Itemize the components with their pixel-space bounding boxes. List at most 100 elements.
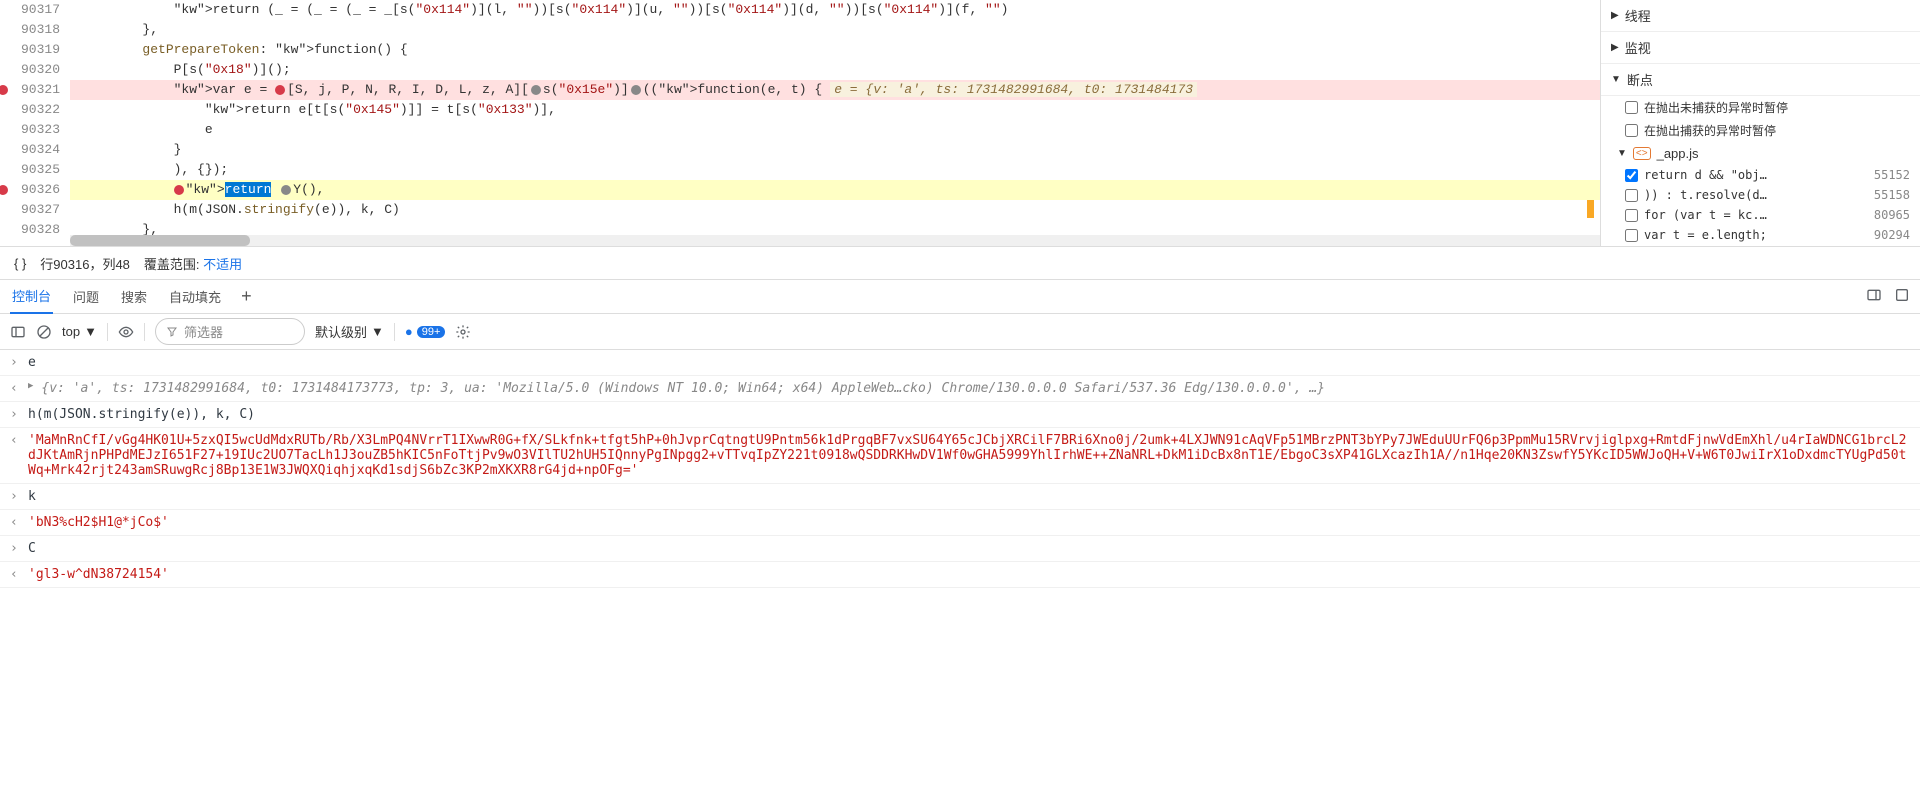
overview-ruler[interactable] <box>1578 0 1594 246</box>
line-number[interactable]: 90321 <box>0 80 60 100</box>
line-number[interactable]: 90318 <box>0 20 60 40</box>
line-number[interactable]: 90317 <box>0 0 60 20</box>
breakpoint-item[interactable]: return d && "obj… 55152 <box>1601 165 1920 185</box>
console-input-row[interactable]: e <box>0 350 1920 376</box>
code-line[interactable]: "kw">return (_ = (_ = (_ = _[s("0x114")]… <box>70 0 1600 20</box>
breakpoint-icon[interactable] <box>0 85 8 95</box>
code-line[interactable]: e <box>70 120 1600 140</box>
toggle-sidebar-button[interactable] <box>10 324 26 340</box>
tab-console[interactable]: 控制台 <box>10 279 53 314</box>
code-editor[interactable]: 9031790318903199032090321903229032390324… <box>0 0 1600 246</box>
breakpoint-code: )) : t.resolve(d… <box>1644 188 1868 202</box>
tab-search[interactable]: 搜索 <box>119 280 149 313</box>
line-number[interactable]: 90323 <box>0 120 60 140</box>
chevron-down-icon: ▼ <box>1611 74 1621 85</box>
breakpoint-line: 80965 <box>1874 208 1910 222</box>
line-number[interactable]: 90319 <box>0 40 60 60</box>
settings-button[interactable] <box>455 324 471 340</box>
console-output-row[interactable]: 'MaMnRnCfI/vGg4HK01U+5zxQI5wcUdMdxRUTb/R… <box>0 428 1920 484</box>
breakpoint-checkbox[interactable] <box>1625 189 1638 202</box>
watch-section[interactable]: ▶监视 <box>1601 32 1920 64</box>
context-selector[interactable]: top ▼ <box>62 324 97 339</box>
code-line[interactable]: "kw">return Y(), <box>70 180 1600 200</box>
line-number[interactable]: 90325 <box>0 160 60 180</box>
console-output-row[interactable]: 'bN3%cH2$H1@*jCo$' <box>0 510 1920 536</box>
chevron-down-icon: ▼ <box>84 324 97 339</box>
breakpoint-line: 90294 <box>1874 228 1910 242</box>
console-toolbar: top ▼ 筛选器 默认级别 ▼ ●99+ <box>0 314 1920 350</box>
code-line[interactable]: getPrepareToken: "kw">function() { <box>70 40 1600 60</box>
breakpoint-item[interactable]: var t = e.length; 90294 <box>1601 225 1920 245</box>
console-input-row[interactable]: k <box>0 484 1920 510</box>
breakpoint-checkbox[interactable] <box>1625 169 1638 182</box>
output-arrow-icon <box>10 381 20 396</box>
log-level-selector[interactable]: 默认级别 ▼ <box>315 322 384 341</box>
line-gutter: 9031790318903199032090321903229032390324… <box>0 0 70 246</box>
input-arrow-icon <box>10 355 20 370</box>
breakpoint-line: 55158 <box>1874 188 1910 202</box>
input-arrow-icon <box>10 541 20 556</box>
line-number[interactable]: 90327 <box>0 200 60 220</box>
status-bar: { } 行90316，列48 覆盖范围: 不适用 <box>0 247 1920 280</box>
dock-icon[interactable] <box>1866 287 1882 306</box>
chevron-down-icon: ▼ <box>371 324 384 339</box>
pause-caught-checkbox[interactable]: 在抛出捕获的异常时暂停 <box>1601 119 1920 142</box>
breakpoint-item[interactable]: )) : t.resolve(d… 55158 <box>1601 185 1920 205</box>
add-tab-button[interactable]: + <box>241 286 252 307</box>
line-number[interactable]: 90326 <box>0 180 60 200</box>
code-line[interactable]: ), {}); <box>70 160 1600 180</box>
breakpoint-code: for (var t = kc.… <box>1644 208 1868 222</box>
breakpoints-section[interactable]: ▼断点 <box>1601 64 1920 96</box>
tab-autofill[interactable]: 自动填充 <box>167 280 223 313</box>
breakpoint-checkbox[interactable] <box>1625 229 1638 242</box>
breakpoint-line: 55152 <box>1874 168 1910 182</box>
coverage-label: 覆盖范围: 不适用 <box>144 254 242 273</box>
console-output-row[interactable]: 'gl3-w^dN38724154' <box>0 562 1920 588</box>
live-expression-button[interactable] <box>118 324 134 340</box>
console-input-row[interactable]: h(m(JSON.stringify(e)), k, C) <box>0 402 1920 428</box>
input-arrow-icon <box>10 489 20 504</box>
code-line[interactable]: "kw">return e[t[s("0x145")]] = t[s("0x13… <box>70 100 1600 120</box>
threads-section[interactable]: ▶线程 <box>1601 0 1920 32</box>
expand-icon[interactable]: ▶ <box>28 381 33 391</box>
inline-value-hint: e = {v: 'a', ts: 1731482991684, t0: 1731… <box>830 82 1197 97</box>
input-arrow-icon <box>10 407 20 422</box>
braces-icon[interactable]: { } <box>14 256 26 271</box>
output-arrow-icon <box>10 567 20 582</box>
clear-console-button[interactable] <box>36 324 52 340</box>
horizontal-scrollbar[interactable] <box>70 235 1600 246</box>
expand-icon[interactable] <box>1894 287 1910 306</box>
breakpoint-code: return d && "obj… <box>1644 168 1868 182</box>
line-number[interactable]: 90324 <box>0 140 60 160</box>
breakpoint-item[interactable]: for (var t = kc.… 80965 <box>1601 205 1920 225</box>
issues-count[interactable]: ●99+ <box>405 324 446 339</box>
console-output-row[interactable]: ▶{v: 'a', ts: 1731482991684, t0: 1731484… <box>0 376 1920 402</box>
breakpoint-file[interactable]: ▼<>_app.js <box>1601 142 1920 165</box>
line-number[interactable]: 90322 <box>0 100 60 120</box>
js-file-icon: <> <box>1633 147 1651 160</box>
coverage-link[interactable]: 不适用 <box>203 257 242 272</box>
cursor-position: 行90316，列48 <box>40 254 130 273</box>
breakpoint-code: var t = e.length; <box>1644 228 1868 242</box>
debugger-sidebar: ▶线程 ▶监视 ▼断点 在抛出未捕获的异常时暂停 在抛出捕获的异常时暂停 ▼ <>… <box>1600 0 1920 246</box>
line-number[interactable]: 90328 <box>0 220 60 240</box>
code-line[interactable]: "kw">var e = [S, j, P, N, R, I, D, L, z,… <box>70 80 1600 100</box>
console-output[interactable]: e ▶{v: 'a', ts: 1731482991684, t0: 17314… <box>0 350 1920 793</box>
output-arrow-icon <box>10 433 20 448</box>
code-line[interactable]: h(m(JSON.stringify(e)), k, C) <box>70 200 1600 220</box>
console-input-row[interactable]: C <box>0 536 1920 562</box>
pause-uncaught-checkbox[interactable]: 在抛出未捕获的异常时暂停 <box>1601 96 1920 119</box>
filter-icon <box>166 326 178 338</box>
code-line[interactable]: }, <box>70 20 1600 40</box>
code-line[interactable]: P[s("0x18")](); <box>70 60 1600 80</box>
code-line[interactable]: } <box>70 140 1600 160</box>
line-number[interactable]: 90320 <box>0 60 60 80</box>
tab-issues[interactable]: 问题 <box>71 280 101 313</box>
chevron-down-icon: ▼ <box>1617 148 1627 159</box>
filter-input[interactable]: 筛选器 <box>155 318 305 345</box>
chevron-right-icon: ▶ <box>1611 10 1619 21</box>
breakpoint-icon[interactable] <box>0 185 8 195</box>
code-content[interactable]: "kw">return (_ = (_ = (_ = _[s("0x114")]… <box>70 0 1600 246</box>
breakpoint-checkbox[interactable] <box>1625 209 1638 222</box>
drawer-tabs: 控制台 问题 搜索 自动填充 + <box>0 280 1920 314</box>
